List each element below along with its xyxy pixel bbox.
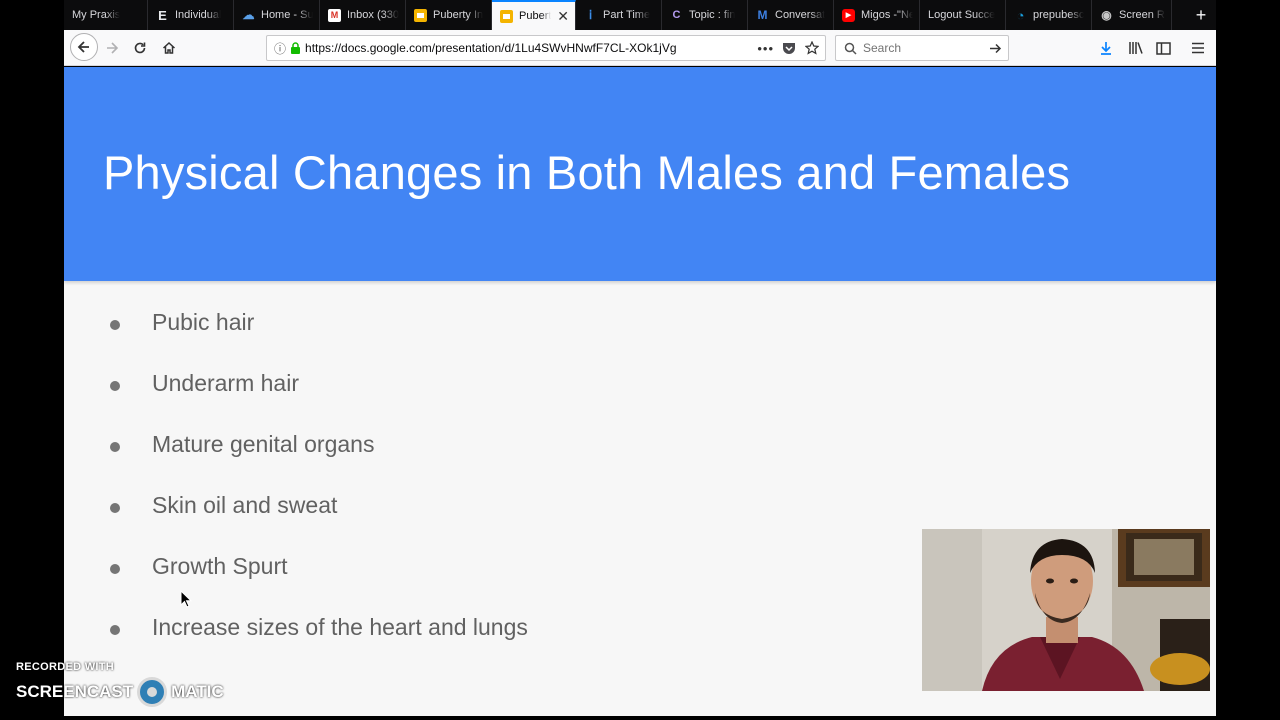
address-bar[interactable]: ⓘ https://docs.google.com/presentation/d… (266, 35, 826, 61)
gmail-icon: M (328, 8, 341, 22)
forward-button[interactable] (100, 36, 124, 60)
tab-label: Logout Succe (928, 9, 996, 21)
record-icon: ◉ (1101, 8, 1112, 22)
search-input[interactable]: Search (863, 41, 901, 55)
bullet-dot (110, 442, 120, 452)
e-icon: E (158, 7, 167, 23)
pin-icon: ⅰ (588, 8, 593, 22)
page-actions-icon[interactable]: ••• (757, 41, 774, 56)
tab-conversation[interactable]: M Conversat (748, 0, 834, 30)
tab-puberty-in[interactable]: Puberty In (406, 0, 492, 30)
mouse-cursor-icon (180, 590, 192, 608)
tab-strip: My Praxis E Individual ☁ Home - Su M Inb… (64, 0, 1216, 30)
bullet-dot (110, 564, 120, 574)
bullet-item: Mature genital organs (152, 431, 375, 457)
plus-icon: + (1195, 4, 1207, 25)
cloud-icon: ☁ (242, 8, 255, 22)
logo-ring-icon (137, 677, 168, 707)
bullet-dot (110, 320, 120, 330)
tab-label: Individual (175, 9, 222, 21)
sidebar-button[interactable] (1151, 36, 1175, 60)
recorded-with-label: RECORDED WITH (16, 661, 115, 673)
back-button[interactable] (70, 33, 98, 61)
tab-label: Part Time (603, 9, 651, 21)
tab-label: Inbox (330 (347, 9, 399, 21)
arrow-right-icon[interactable] (989, 42, 1002, 55)
tab-label: Pubert (519, 10, 552, 22)
tab-my-praxis[interactable]: My Praxis (64, 0, 148, 30)
home-button[interactable] (157, 36, 181, 60)
bullet-item: Increase sizes of the heart and lungs (152, 614, 528, 640)
bullet-item: Underarm hair (152, 370, 299, 396)
info-icon[interactable]: ⓘ (274, 40, 286, 57)
tab-label: Home - Su (261, 9, 313, 21)
tab-screen-recorder[interactable]: ◉ Screen Re (1092, 0, 1172, 30)
cc-icon: C (672, 9, 681, 21)
arrow-left-icon (77, 41, 89, 53)
arrow-right-icon (107, 42, 119, 54)
new-tab-button[interactable]: + (1186, 0, 1216, 30)
bullet-item: Growth Spurt (152, 553, 288, 579)
lock-icon (291, 42, 301, 54)
screencast-o-matic-logo: SCREENCAST MATIC (16, 676, 224, 708)
tab-puberty-active[interactable]: Pubert ✕ (492, 0, 576, 30)
hamburger-menu-icon (1192, 42, 1204, 54)
navigation-toolbar: ⓘ https://docs.google.com/presentation/d… (64, 30, 1216, 66)
tab-label: Topic : fin (689, 9, 736, 21)
slides-icon (500, 9, 513, 23)
bullet-dot (110, 503, 120, 513)
library-icon (1128, 42, 1143, 54)
tab-part-time[interactable]: ⅰ Part Time (576, 0, 662, 30)
tab-label: My Praxis (72, 9, 121, 21)
tab-label: Screen Re (1119, 9, 1165, 21)
bullet-dot (110, 625, 120, 635)
bookmark-star-icon[interactable] (805, 41, 819, 55)
tab-prepubescent[interactable]: ◔ prepubesc (1006, 0, 1092, 30)
tab-label: Migos -"Ne (861, 9, 913, 21)
menu-button[interactable] (1186, 36, 1210, 60)
sidebar-icon (1155, 41, 1171, 55)
tab-individual[interactable]: E Individual (148, 0, 234, 30)
slide-title: Physical Changes in Both Males and Femal… (103, 146, 1071, 199)
bullet-item: Skin oil and sweat (152, 492, 338, 518)
home-icon (162, 41, 176, 54)
tab-migos[interactable]: ▶ Migos -"Ne (834, 0, 920, 30)
webcam-person-image (922, 529, 1210, 691)
tab-logout[interactable]: Logout Succe (920, 0, 1006, 30)
logo-text-right: MATIC (171, 682, 224, 701)
download-icon (1101, 42, 1111, 55)
bullet-item: Pubic hair (152, 309, 255, 335)
reload-icon (134, 42, 146, 54)
tab-label: prepubesc (1033, 9, 1085, 21)
bullet-dot (110, 381, 120, 391)
downloads-button[interactable] (1094, 36, 1118, 60)
tab-label: Conversat (775, 9, 826, 21)
tab-topic[interactable]: C Topic : fin (662, 0, 748, 30)
slides-icon (414, 8, 427, 22)
tab-home[interactable]: ☁ Home - Su (234, 0, 320, 30)
webcam-overlay (922, 529, 1210, 691)
youtube-icon: ▶ (842, 8, 855, 22)
slide-title-banner: Physical Changes in Both Males and Femal… (64, 67, 1216, 281)
close-tab-icon[interactable]: ✕ (553, 8, 569, 25)
reload-button[interactable] (128, 36, 152, 60)
search-icon (844, 42, 857, 55)
library-button[interactable] (1123, 36, 1147, 60)
search-bar[interactable]: Search (835, 35, 1009, 61)
circle-icon: ◔ (1016, 7, 1025, 23)
pocket-icon[interactable] (782, 42, 796, 55)
logo-text-left: SCREENCAST (16, 682, 134, 701)
url-text: https://docs.google.com/presentation/d/1… (305, 41, 677, 55)
m-icon: M (757, 8, 768, 22)
tab-label: Puberty In (433, 9, 484, 21)
tab-inbox[interactable]: M Inbox (330 (320, 0, 406, 30)
